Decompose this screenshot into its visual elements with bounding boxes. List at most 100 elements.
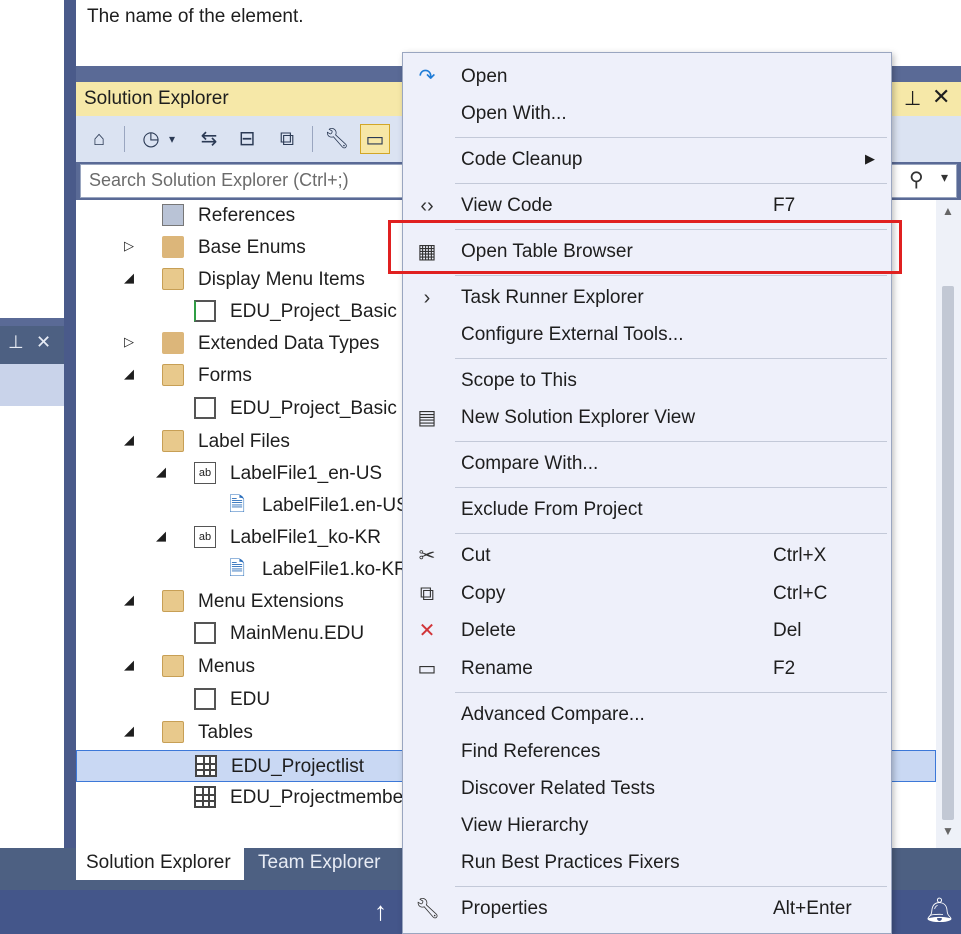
menu-item-find-references[interactable]: Find References [403, 734, 891, 770]
preview-selected-items-icon[interactable]: ▭ [360, 124, 390, 154]
context-menu: ↷ Open Open With... Code Cleanup ▶ ‹› View Cod… [402, 52, 892, 934]
scroll-up-icon[interactable]: ▲ [942, 204, 954, 218]
publish-arrow-icon[interactable]: ↑ [374, 896, 387, 927]
menu-item-open[interactable]: ↷ Open [403, 59, 891, 95]
pin-icon[interactable]: ⊥ [904, 86, 921, 111]
tree-item-label: EDU_Projectlist [231, 756, 365, 777]
tab-team-explorer[interactable]: Team Explorer [248, 848, 398, 880]
menu-item-configure-external-tools[interactable]: Configure External Tools... [403, 317, 891, 353]
tree-item-label: EDU_Project_Basic [230, 398, 397, 419]
chevron-down-icon[interactable]: ▾ [941, 169, 948, 186]
tree-item-label: Forms [198, 365, 252, 386]
folder-open-icon [162, 590, 184, 612]
tree-item-label: Menu Extensions [198, 591, 344, 612]
tree-item-label: LabelFile1.en-US [262, 495, 409, 516]
menu-item-scope-to-this[interactable]: Scope to This [403, 363, 891, 399]
menu-item-cut[interactable]: ✂ Cut Ctrl+X [403, 538, 891, 574]
scroll-down-icon[interactable]: ▼ [942, 824, 954, 838]
tree-item-label: LabelFile1.ko-KR [262, 559, 408, 580]
menu-item-run-best-practices-fixers[interactable]: Run Best Practices Fixers [403, 845, 891, 881]
label-resource-icon: 🗎︎ [228, 558, 246, 580]
notification-bell-icon[interactable]: 🔔︎ [924, 896, 954, 925]
menu-item-label: Compare With... [461, 453, 599, 474]
menu-separator [455, 487, 887, 488]
collapse-all-icon[interactable]: ⊟ [232, 124, 262, 154]
menu-item-discover-related-tests[interactable]: Discover Related Tests [403, 771, 891, 807]
menu-item-label: Configure External Tools... [461, 324, 684, 345]
highlight-box [388, 220, 902, 274]
sync-with-document-icon[interactable]: ⇆ [194, 124, 224, 154]
close-icon[interactable]: ✕ [36, 332, 51, 353]
new-view-icon: ▤ [417, 407, 437, 429]
search-icon[interactable]: ⚲ [909, 167, 924, 192]
collapse-arrow-icon[interactable]: ◢ [124, 592, 134, 608]
table-icon [194, 786, 216, 808]
tree-item-label: EDU_Projectmember [230, 787, 410, 808]
menu-separator [455, 886, 887, 887]
folder-open-icon [162, 430, 184, 452]
chevron-down-icon[interactable]: ▾ [164, 124, 180, 154]
menu-item-view-hierarchy[interactable]: View Hierarchy [403, 808, 891, 844]
menu-item-task-runner-explorer[interactable]: › Task Runner Explorer [403, 280, 891, 316]
expand-arrow-icon[interactable]: ▷ [124, 238, 134, 254]
form-icon [194, 397, 216, 419]
menu-item-shortcut: Ctrl+X [773, 545, 827, 566]
menu-item-shortcut: F7 [773, 195, 796, 216]
solution-explorer-title: Solution Explorer [84, 88, 229, 109]
tab-solution-explorer[interactable]: Solution Explorer [76, 848, 244, 880]
menu-separator [455, 183, 887, 184]
menu-item-exclude-from-project[interactable]: Exclude From Project [403, 492, 891, 528]
tree-item-label: Extended Data Types [198, 333, 380, 354]
close-icon[interactable]: ✕ [932, 84, 950, 110]
menu-item-label: Exclude From Project [461, 499, 643, 520]
tree-item-label: Display Menu Items [198, 269, 365, 290]
collapse-arrow-icon[interactable]: ◢ [124, 270, 134, 286]
collapse-arrow-icon[interactable]: ◢ [124, 366, 134, 382]
menu-item-label: Run Best Practices Fixers [461, 852, 680, 873]
menu-item-view-code[interactable]: ‹› View Code F7 [403, 188, 891, 224]
tree-item-label: Tables [198, 722, 253, 743]
show-all-files-icon[interactable]: ⧉ [272, 124, 302, 154]
left-panel-tab[interactable] [0, 364, 64, 406]
tab-label: Solution Explorer [86, 852, 231, 873]
expand-arrow-icon[interactable]: ▷ [124, 334, 134, 350]
menu-item-label: View Hierarchy [461, 815, 589, 836]
collapse-arrow-icon[interactable]: ◢ [156, 528, 166, 544]
table-icon [195, 755, 217, 777]
folder-open-icon [162, 268, 184, 290]
folder-open-icon [162, 721, 184, 743]
wrench-icon[interactable]: 🔧︎ [322, 124, 352, 154]
left-panel-body [0, 406, 64, 848]
menu-separator [455, 137, 887, 138]
tree-scrollbar[interactable]: ▲ ▼ [936, 200, 961, 848]
menu-item-open-with[interactable]: Open With... [403, 96, 891, 132]
menu-item-advanced-compare[interactable]: Advanced Compare... [403, 697, 891, 733]
menu-item-code-cleanup[interactable]: Code Cleanup ▶ [403, 142, 891, 178]
menu-item-label: Copy [461, 582, 506, 604]
menu-item-shortcut: F2 [773, 657, 796, 679]
code-brackets-icon: ‹› [420, 195, 434, 217]
menu-item-delete[interactable]: ✕ Delete Del [403, 613, 891, 649]
menu-item-label: Find References [461, 741, 601, 762]
menu-item-copy[interactable]: ⧉ Copy Ctrl+C [403, 576, 891, 612]
collapse-arrow-icon[interactable]: ◢ [124, 432, 134, 448]
pending-changes-filter-icon[interactable]: ◷ [136, 124, 166, 154]
pin-icon[interactable]: ⊥ [8, 332, 24, 353]
collapse-arrow-icon[interactable]: ◢ [156, 464, 166, 480]
menu-item-compare-with[interactable]: Compare With... [403, 446, 891, 482]
menu-item-new-solution-explorer-view[interactable]: ▤ New Solution Explorer View [403, 400, 891, 436]
menu-item-rename[interactable]: ▭ Rename F2 [403, 651, 891, 687]
home-icon[interactable]: ⌂ [84, 124, 114, 154]
menu-separator [455, 441, 887, 442]
menu-item-label: Cut [461, 545, 491, 566]
scissors-icon: ✂ [418, 545, 436, 567]
collapse-arrow-icon[interactable]: ◢ [124, 723, 134, 739]
folder-icon [162, 332, 184, 354]
scrollbar-thumb[interactable] [942, 286, 954, 820]
menu-item-label: Scope to This [461, 370, 577, 391]
open-arrow-icon: ↷ [418, 66, 436, 88]
wrench-icon: 🔧︎ [415, 898, 441, 920]
collapse-arrow-icon[interactable]: ◢ [124, 657, 134, 673]
menu-item-properties[interactable]: 🔧︎ Properties Alt+Enter [403, 891, 891, 927]
left-splitter[interactable] [64, 0, 76, 848]
